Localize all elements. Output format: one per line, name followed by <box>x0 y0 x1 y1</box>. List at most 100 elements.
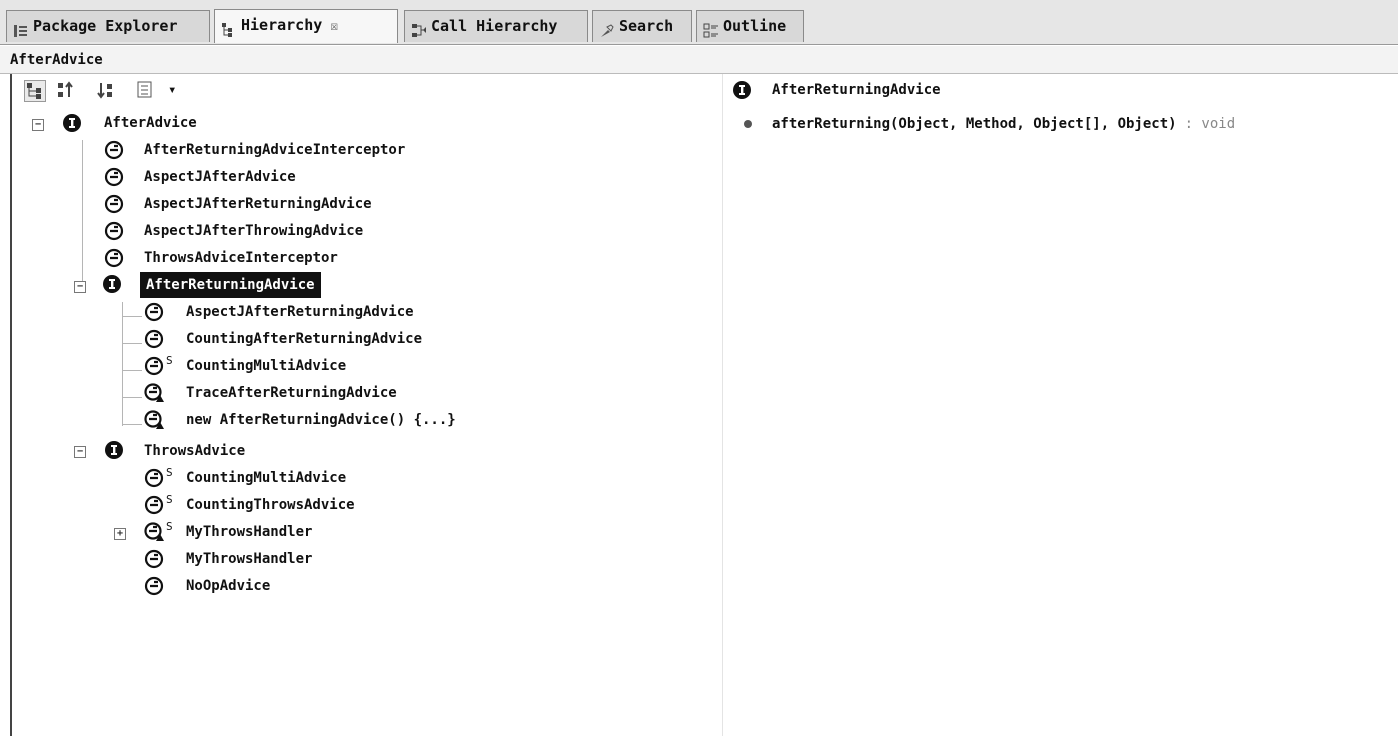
class-icon <box>144 549 164 569</box>
class-icon <box>144 576 164 596</box>
tree-node-label: ThrowsAdviceInterceptor <box>144 250 338 266</box>
tree-node-label: TraceAfterReturningAdvice <box>186 385 397 401</box>
tree-node[interactable]: ThrowsAdvice <box>144 438 245 464</box>
tree-node[interactable]: AspectJAfterReturningAdvice <box>186 299 414 325</box>
tree-node-label: AfterReturningAdvice <box>140 272 321 298</box>
interface-icon <box>104 440 124 460</box>
tree-guide-line <box>122 316 142 317</box>
tree-node[interactable]: CountingThrowsAdvice <box>186 492 355 518</box>
local-class-icon <box>144 383 164 403</box>
tree-node[interactable]: CountingMultiAdvice <box>186 353 346 379</box>
tree-guide-line <box>122 370 142 371</box>
tree-node[interactable]: new AfterReturningAdvice() {...} <box>186 407 456 433</box>
tree-node[interactable]: MyThrowsHandler <box>186 519 312 545</box>
tree-node-label: CountingAfterReturningAdvice <box>186 331 423 347</box>
tree-node[interactable]: MyThrowsHandler <box>186 546 312 572</box>
tab-label: Hierarchy <box>241 16 323 34</box>
hierarchy-icon <box>221 18 237 37</box>
member-type-label: AfterReturningAdvice <box>772 82 941 98</box>
static-class-icon <box>144 356 164 376</box>
static-marker: S <box>166 520 173 533</box>
public-method-icon <box>744 120 752 128</box>
local-class-icon <box>144 522 164 542</box>
search-icon <box>599 19 615 37</box>
tab-hierarchy[interactable]: Hierarchy ☒ <box>214 9 398 43</box>
tree-guide-line <box>122 302 123 426</box>
type-hierarchy-icon <box>27 83 41 99</box>
tree-node-label: CountingMultiAdvice <box>186 358 347 374</box>
class-icon <box>104 248 124 268</box>
tree-node-label: new AfterReturningAdvice() {...} <box>186 412 456 428</box>
hierarchy-focus-label: AfterAdvice <box>0 46 1398 74</box>
tree-node[interactable]: CountingMultiAdvice <box>186 465 346 491</box>
pane-divider[interactable] <box>722 74 723 736</box>
tree-node[interactable]: CountingAfterReturningAdvice <box>186 326 422 352</box>
collapse-toggle[interactable]: − <box>32 119 44 131</box>
package-explorer-icon <box>13 19 29 37</box>
static-class-icon <box>144 495 164 515</box>
supertype-hierarchy-button[interactable] <box>56 80 78 102</box>
tree-node[interactable]: NoOpAdvice <box>186 573 270 599</box>
method-signature: afterReturning(Object, Method, Object[],… <box>772 116 1177 132</box>
interface-icon <box>102 274 122 294</box>
tree-node-selected[interactable]: AfterReturningAdvice <box>140 272 321 298</box>
tree-guide-line <box>82 140 83 288</box>
tab-call-hierarchy[interactable]: Call Hierarchy <box>404 10 588 42</box>
tab-search[interactable]: Search <box>592 10 692 42</box>
tree-node-root[interactable]: AfterAdvice <box>104 110 197 136</box>
static-marker: S <box>166 493 173 506</box>
class-icon <box>144 302 164 322</box>
collapse-toggle[interactable]: − <box>74 281 86 293</box>
view-tab-bar: Package Explorer Hierarchy ☒ Call Hierarc… <box>0 0 1398 45</box>
static-class-icon <box>144 468 164 488</box>
tab-label: Outline <box>723 17 787 35</box>
tab-package-explorer[interactable]: Package Explorer <box>6 10 210 42</box>
left-border <box>10 74 12 736</box>
call-hierarchy-icon <box>411 19 427 37</box>
expand-toggle[interactable]: + <box>114 528 126 540</box>
layout-menu-icon <box>137 81 152 98</box>
tree-node[interactable]: AspectJAfterThrowingAdvice <box>144 218 363 244</box>
class-icon <box>104 221 124 241</box>
tab-label: Call Hierarchy <box>431 17 558 35</box>
member-list-header: AfterReturningAdvice <box>772 76 941 104</box>
method-row[interactable]: afterReturning(Object, Method, Object[],… <box>772 110 1235 138</box>
type-hierarchy-button[interactable] <box>24 80 46 102</box>
tab-label: Search <box>619 17 674 35</box>
class-icon <box>104 194 124 214</box>
static-marker: S <box>166 466 173 479</box>
outline-icon <box>703 19 719 37</box>
view-menu-dropdown[interactable]: ▾ <box>168 82 176 98</box>
collapse-toggle[interactable]: − <box>74 446 86 458</box>
tree-node-label: NoOpAdvice <box>186 578 271 594</box>
tree-node[interactable]: AfterReturningAdviceInterceptor <box>144 137 405 163</box>
tree-node[interactable]: TraceAfterReturningAdvice <box>186 380 397 406</box>
tree-node-label: MyThrowsHandler <box>186 524 313 540</box>
tree-node[interactable]: AspectJAfterAdvice <box>144 164 296 190</box>
tree-node-label: AfterAdvice <box>104 115 197 131</box>
tab-label: Package Explorer <box>33 17 178 35</box>
tree-guide-line <box>122 343 142 344</box>
subtype-hierarchy-icon <box>97 83 112 99</box>
member-list-pane: AfterReturningAdvice afterReturning(Obje… <box>724 74 1398 736</box>
tree-node-label: CountingMultiAdvice <box>186 470 347 486</box>
tree-node-label: ThrowsAdvice <box>144 443 246 459</box>
anonymous-class-icon <box>144 410 164 430</box>
tree-node-label: AspectJAfterThrowingAdvice <box>144 223 364 239</box>
tree-node[interactable]: ThrowsAdviceInterceptor <box>144 245 338 271</box>
method-return-type: : void <box>1184 116 1236 132</box>
class-icon <box>144 329 164 349</box>
tree-node-label: AspectJAfterReturningAdvice <box>144 196 372 212</box>
layout-menu-button[interactable] <box>136 80 158 102</box>
tree-node-label: CountingThrowsAdvice <box>186 497 355 513</box>
tab-outline[interactable]: Outline <box>696 10 804 42</box>
close-icon[interactable]: ☒ <box>330 12 338 42</box>
subtype-hierarchy-button[interactable] <box>96 80 118 102</box>
tree-node-label: AspectJAfterReturningAdvice <box>186 304 414 320</box>
tree-node-label: AspectJAfterAdvice <box>144 169 296 185</box>
tree-guide-line <box>122 424 142 425</box>
tree-node[interactable]: AspectJAfterReturningAdvice <box>144 191 372 217</box>
interface-icon <box>62 113 82 133</box>
tree-node-label: MyThrowsHandler <box>186 551 313 567</box>
class-icon <box>104 167 124 187</box>
